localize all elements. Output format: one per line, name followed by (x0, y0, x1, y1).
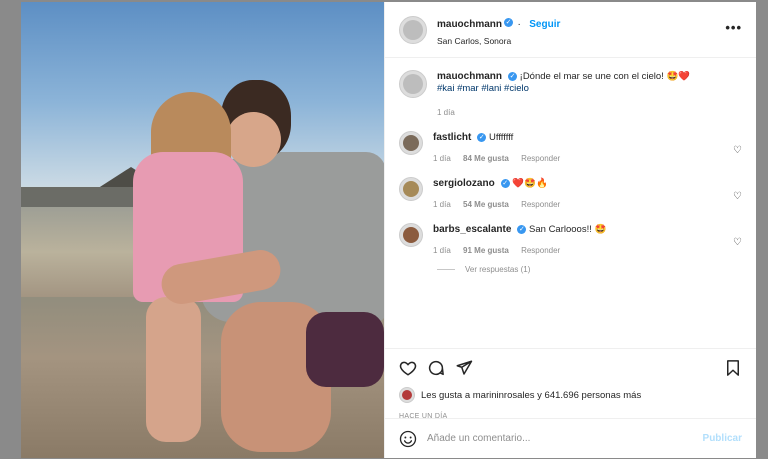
replies-line (437, 269, 455, 270)
comment-icon[interactable] (427, 359, 445, 377)
man-face (226, 112, 281, 167)
likes-summary[interactable]: Les gusta a marininrosales y 641.696 per… (399, 387, 742, 403)
likes-text: Les gusta a marininrosales y 641.696 per… (421, 389, 642, 401)
comment-username[interactable]: fastlicht (433, 132, 471, 143)
liker-avatar[interactable] (399, 387, 415, 403)
verified-icon: ✓ (508, 71, 518, 81)
comment-input[interactable] (427, 433, 703, 444)
emoji-icon[interactable] (399, 430, 417, 448)
comment-avatar[interactable] (399, 177, 423, 201)
comment-like-icon[interactable]: ♡ (733, 191, 742, 202)
caption-avatar[interactable] (399, 70, 427, 98)
caption-username[interactable]: mauochmann (437, 71, 502, 82)
post-modal: mauochmann ✓ · Seguir San Carlos, Sonora … (21, 2, 756, 458)
comment-item: fastlicht ✓ Ufffffff 1 día 84 Me gusta Re… (399, 131, 742, 163)
comment-text: San Carlooos!! 🤩 (529, 224, 607, 235)
comment-text: ❤️🤩🔥 (512, 178, 548, 189)
heart-icon[interactable] (399, 359, 417, 377)
follow-button[interactable]: Seguir (529, 19, 560, 30)
reply-button[interactable]: Responder (521, 246, 560, 255)
comment-likes[interactable]: 84 Me gusta (463, 154, 509, 163)
comment-avatar[interactable] (399, 223, 423, 247)
comments-list[interactable]: mauochmann ✓ ¡Dónde el mar se une con el … (385, 58, 756, 348)
comment-avatar[interactable] (399, 131, 423, 155)
post-sidebar: mauochmann ✓ · Seguir San Carlos, Sonora … (384, 2, 756, 458)
post-photo[interactable] (21, 2, 384, 458)
comment-like-icon[interactable]: ♡ (733, 145, 742, 156)
comment-item: sergiolozano ✓ ❤️🤩🔥 1 día 54 Me gusta Res… (399, 177, 742, 209)
comment-likes[interactable]: 54 Me gusta (463, 200, 509, 209)
author-username[interactable]: mauochmann (437, 19, 502, 30)
reply-button[interactable]: Responder (521, 154, 560, 163)
header-text: mauochmann ✓ · Seguir San Carlos, Sonora (437, 17, 561, 46)
add-comment-bar: Publicar (385, 418, 756, 458)
location-link[interactable]: San Carlos, Sonora (437, 36, 560, 46)
comment-like-icon[interactable]: ♡ (733, 237, 742, 248)
comment-username[interactable]: sergiolozano (433, 178, 495, 189)
man-shorts (306, 312, 384, 387)
caption-hashtags[interactable]: #kai #mar #lani #cielo (437, 83, 742, 94)
verified-icon: ✓ (504, 17, 514, 27)
reply-button[interactable]: Responder (521, 200, 560, 209)
girl-legs (146, 297, 201, 442)
bookmark-icon[interactable] (724, 359, 742, 377)
caption-time[interactable]: 1 día (437, 108, 455, 117)
post-header: mauochmann ✓ · Seguir San Carlos, Sonora … (385, 2, 756, 58)
view-replies-button[interactable]: Ver respuestas (1) (437, 265, 742, 274)
author-avatar[interactable] (399, 15, 427, 44)
comment-likes[interactable]: 91 Me gusta (463, 246, 509, 255)
share-icon[interactable] (455, 359, 473, 377)
comment-item: barbs_escalante ✓ San Carlooos!! 🤩 1 día … (399, 223, 742, 255)
caption: mauochmann ✓ ¡Dónde el mar se une con el … (399, 70, 742, 117)
comment-text: Ufffffff (488, 132, 514, 143)
verified-icon: ✓ (500, 178, 510, 188)
comment-username[interactable]: barbs_escalante (433, 224, 511, 235)
verified-icon: ✓ (477, 132, 487, 142)
caption-text: ¡Dónde el mar se une con el cielo! 🤩❤️ (519, 71, 691, 82)
publish-button[interactable]: Publicar (703, 433, 742, 444)
shore (21, 187, 141, 209)
view-replies-label: Ver respuestas (1) (465, 265, 531, 274)
comment-time[interactable]: 1 día (433, 154, 451, 163)
verified-icon: ✓ (517, 224, 527, 234)
comment-time[interactable]: 1 día (433, 200, 451, 209)
more-icon[interactable]: ••• (725, 20, 742, 35)
comment-time[interactable]: 1 día (433, 246, 451, 255)
